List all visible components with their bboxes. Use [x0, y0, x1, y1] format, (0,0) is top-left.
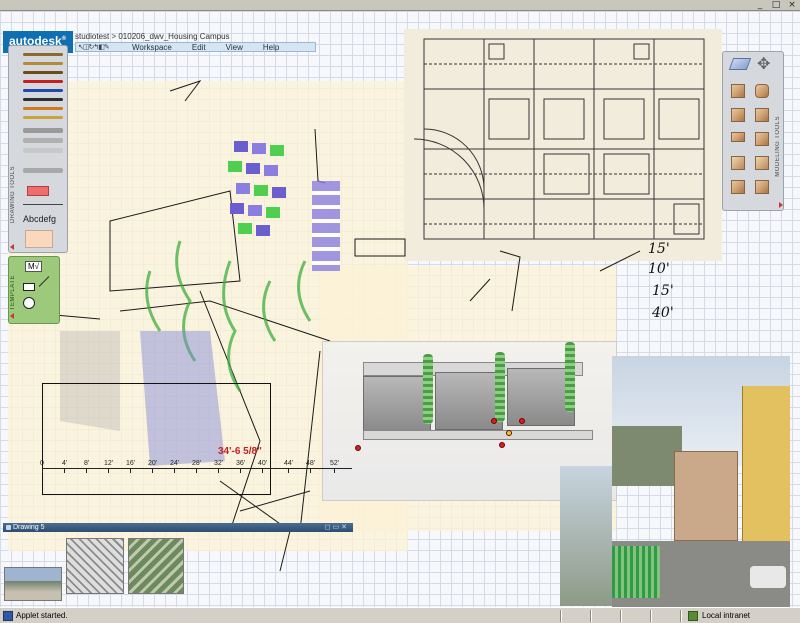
- drawing-thumbnail[interactable]: [4, 567, 62, 601]
- maximize-button[interactable]: □: [770, 0, 782, 11]
- template-sample[interactable]: M√: [25, 261, 43, 272]
- menu-bar: ↖◫↻↰◧✎ Workspace Edit View Help: [75, 42, 316, 52]
- menu-workspace[interactable]: Workspace: [122, 43, 182, 52]
- box-tool-icon[interactable]: [731, 84, 745, 98]
- drawing-icon: [6, 525, 11, 530]
- template-palette: TEMPLATE M√: [8, 256, 60, 324]
- eraser-tool[interactable]: [27, 186, 49, 196]
- ruler-tick: 36': [236, 460, 246, 467]
- stack-tool-icon[interactable]: [755, 180, 769, 194]
- ruler-tick: 24': [170, 460, 180, 467]
- drawing-tools-label: DRAWING TOOLS: [10, 166, 16, 224]
- window-titlebar: _ □ ×: [0, 0, 800, 11]
- drawing-strip-title: Drawing 5: [13, 524, 45, 531]
- ruler-tick: 48': [306, 460, 316, 467]
- drawing-strip-controls[interactable]: ◻▭✕: [325, 523, 349, 532]
- ruler-tick: 12': [104, 460, 114, 467]
- drawing-thumbnail[interactable]: [66, 538, 124, 594]
- tower-sketch-2: [312, 181, 340, 271]
- handwritten-note: 10': [648, 261, 670, 277]
- drawing-thumbnail[interactable]: [128, 538, 184, 594]
- pen-tool[interactable]: [23, 116, 63, 119]
- pen-tool[interactable]: [23, 71, 63, 74]
- plane-tool-icon[interactable]: [728, 58, 752, 70]
- drawing-strip-titlebar[interactable]: Drawing 5 ◻▭✕: [3, 523, 353, 532]
- slab-tool-icon[interactable]: [731, 132, 745, 142]
- frame-tool-icon[interactable]: [731, 156, 745, 170]
- arch-tool-icon[interactable]: [755, 132, 769, 146]
- ruler-tick: 4': [62, 460, 68, 467]
- breadcrumb: studiotest > 010206_dwv_Housing Campus: [75, 32, 230, 41]
- menu-view[interactable]: View: [216, 43, 253, 52]
- line-template[interactable]: [38, 276, 50, 287]
- menu-edit[interactable]: Edit: [182, 43, 216, 52]
- window-controls: _ □ ×: [754, 0, 798, 11]
- intranet-icon: [688, 611, 698, 621]
- ruler-box: [42, 383, 271, 495]
- pen-tool[interactable]: [23, 138, 63, 143]
- tower-sketch: [222, 141, 302, 241]
- zone-text: Local intranet: [702, 611, 751, 620]
- cone-tool-icon[interactable]: [755, 108, 769, 122]
- wedge-tool-icon[interactable]: [731, 108, 745, 122]
- pen-tool[interactable]: [23, 62, 63, 65]
- dimension-label: 34'-6 5/8": [218, 446, 262, 457]
- status-bar: Applet started. Local intranet: [0, 607, 800, 623]
- handwritten-note: 40': [652, 305, 674, 321]
- ruler-tick: 16': [126, 460, 136, 467]
- modeling-tools-palette: ✥ MODELING TOOLS: [722, 51, 784, 211]
- cylinder-tool-icon[interactable]: [755, 84, 769, 98]
- building-block-1: [363, 376, 431, 432]
- pen-tool[interactable]: [23, 80, 63, 83]
- status-text: Applet started.: [16, 611, 68, 620]
- ruler-tick: 28': [192, 460, 202, 467]
- paper-tool[interactable]: [25, 230, 53, 248]
- move-icon[interactable]: ✥: [757, 54, 770, 74]
- circle-template[interactable]: [23, 297, 35, 309]
- toolbar-icons[interactable]: ↖◫↻↰◧✎: [76, 43, 122, 51]
- sketch-canvas[interactable]: 34'-6 5/8" 0 4' 8' 12' 16' 20' 24' 28' 3…: [0, 11, 800, 607]
- text-tool[interactable]: Abcdefg: [23, 214, 56, 224]
- rectangle-template[interactable]: [23, 283, 35, 291]
- pen-tool[interactable]: [23, 98, 63, 101]
- pen-tool[interactable]: [23, 89, 63, 92]
- handwritten-note: 15': [652, 283, 674, 299]
- pen-tool[interactable]: [23, 168, 63, 173]
- ruler-tick: 32': [214, 460, 224, 467]
- ruler-line: [42, 468, 352, 469]
- pen-tool[interactable]: [23, 128, 63, 133]
- drawing-tools-palette: DRAWING TOOLS Abcdefg: [8, 45, 68, 253]
- modeling-tools-label: MODELING TOOLS: [775, 116, 781, 177]
- menu-help[interactable]: Help: [253, 43, 289, 52]
- close-button[interactable]: ×: [786, 0, 798, 11]
- hollow-box-tool-icon[interactable]: [755, 156, 769, 170]
- ruler-tick: 52': [330, 460, 340, 467]
- ruler-tick: 40': [258, 460, 268, 467]
- minimize-button[interactable]: _: [754, 0, 766, 11]
- block-tool-icon[interactable]: [731, 180, 745, 194]
- ruler-tick: 0: [40, 460, 44, 467]
- pen-tool[interactable]: [23, 107, 63, 110]
- site-photo[interactable]: [560, 466, 612, 606]
- template-label: TEMPLATE: [10, 275, 16, 311]
- ruler-tick: 44': [284, 460, 294, 467]
- ruler-tick: 8': [84, 460, 90, 467]
- handwritten-note: 15': [648, 241, 670, 257]
- ruler-tool[interactable]: 34'-6 5/8" 0 4' 8' 12' 16' 20' 24' 28' 3…: [40, 383, 360, 495]
- street-photo[interactable]: [612, 356, 790, 607]
- pen-tool[interactable]: [23, 158, 63, 163]
- page-icon: [3, 611, 13, 621]
- ruler-tick: 20': [148, 460, 158, 467]
- pen-tool[interactable]: [23, 53, 63, 56]
- pen-tool[interactable]: [23, 148, 63, 153]
